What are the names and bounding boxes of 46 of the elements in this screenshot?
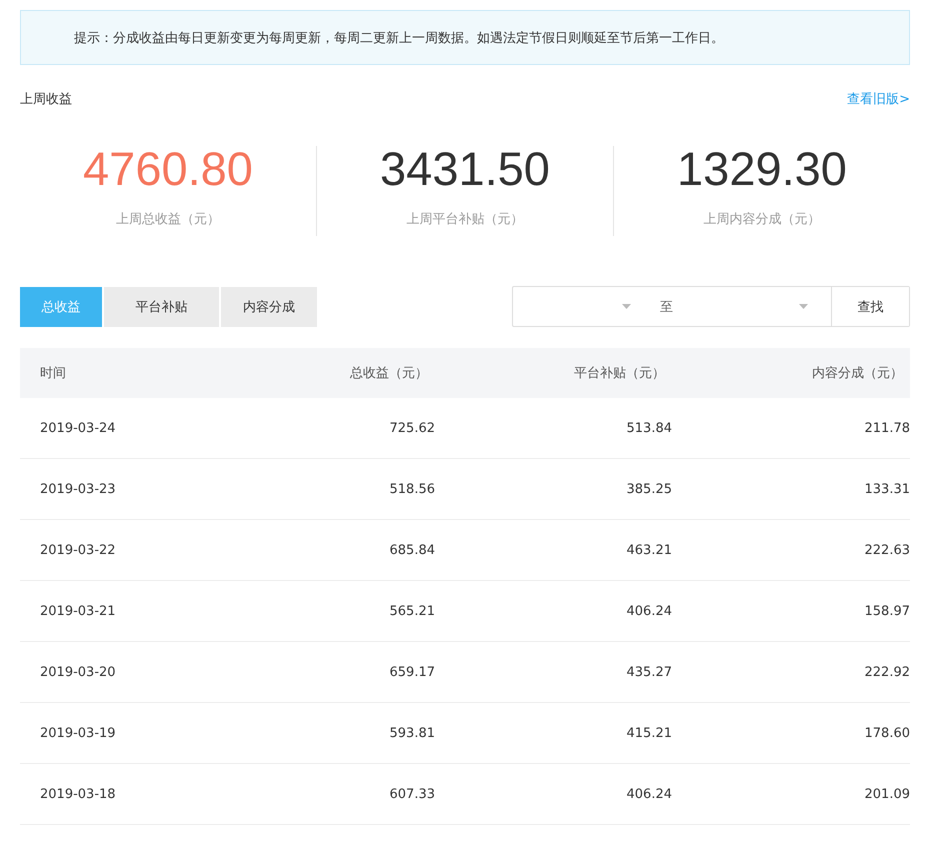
stat-label: 上周平台补贴（元）: [406, 211, 524, 228]
table-cell-text: 659.17: [388, 664, 435, 680]
table-cell-text: 2019-03-24: [40, 420, 117, 436]
table-cell-text: 222.92: [864, 664, 910, 680]
section-title: 上周收益: [20, 91, 72, 108]
table-cell-text: 406.24: [626, 604, 672, 618]
stat-value: 4760.80: [83, 144, 253, 194]
table-cell-text: 2019-03-23: [40, 482, 117, 496]
table-cell-text: 513.84: [626, 420, 672, 436]
dropdown-caret-icon: [622, 304, 631, 309]
table-cell-text: 158.97: [864, 604, 910, 618]
notice-banner: 提示：分成收益由每日更新变更为每周更新，每周二更新上一周数据。如遇法定节假日则顺延至节后第一工作日。: [20, 10, 910, 65]
stat-value: 1329.30: [677, 144, 847, 194]
stat-label: 上周总收益（元）: [116, 211, 220, 228]
column-header: 时间: [40, 365, 67, 382]
table-cell-text: 463.21: [626, 542, 672, 558]
tab[interactable]: 内容分成: [221, 287, 317, 327]
range-separator: 至: [660, 298, 673, 316]
table-cell-text: 2019-03-19: [40, 726, 117, 740]
table-cell-text: 607.33: [388, 786, 435, 802]
table-cell-text: 2019-03-21: [40, 604, 117, 618]
table-cell-text: 211.78: [864, 420, 910, 436]
table-cell-text: 133.31: [864, 482, 910, 496]
table-cell-text: 2019-03-20: [40, 664, 117, 680]
table-cell-text: 685.84: [388, 542, 435, 558]
column-header: 内容分成（元）: [811, 365, 904, 382]
tab[interactable]: 平台补贴: [104, 287, 219, 327]
table-cell-text: 415.21: [626, 726, 672, 740]
table-cell-text: 565.21: [388, 604, 435, 618]
dropdown-caret-icon: [799, 304, 808, 309]
table-cell-text: 518.56: [388, 482, 435, 496]
column-header: 平台补贴（元）: [573, 365, 666, 382]
table-cell-text: 593.81: [388, 726, 435, 740]
table-cell-text: 201.09: [864, 786, 910, 802]
stat-label: 上周内容分成（元）: [704, 211, 820, 228]
column-header: 总收益（元）: [349, 365, 429, 382]
table-cell-text: 385.25: [626, 482, 672, 496]
table-cell-text: 222.63: [864, 542, 910, 558]
table-cell-text: 2019-03-22: [40, 542, 117, 558]
date-range-field[interactable]: 至 查找: [512, 286, 910, 327]
table-cell-text: 435.27: [626, 664, 672, 680]
table-cell-text: 2019-03-18: [40, 786, 117, 802]
table-cell-text: 725.62: [388, 420, 435, 436]
table-cell-text: 178.60: [864, 726, 910, 740]
table-cell-text: 406.24: [626, 786, 672, 802]
stat-value: 3431.50: [380, 144, 550, 194]
